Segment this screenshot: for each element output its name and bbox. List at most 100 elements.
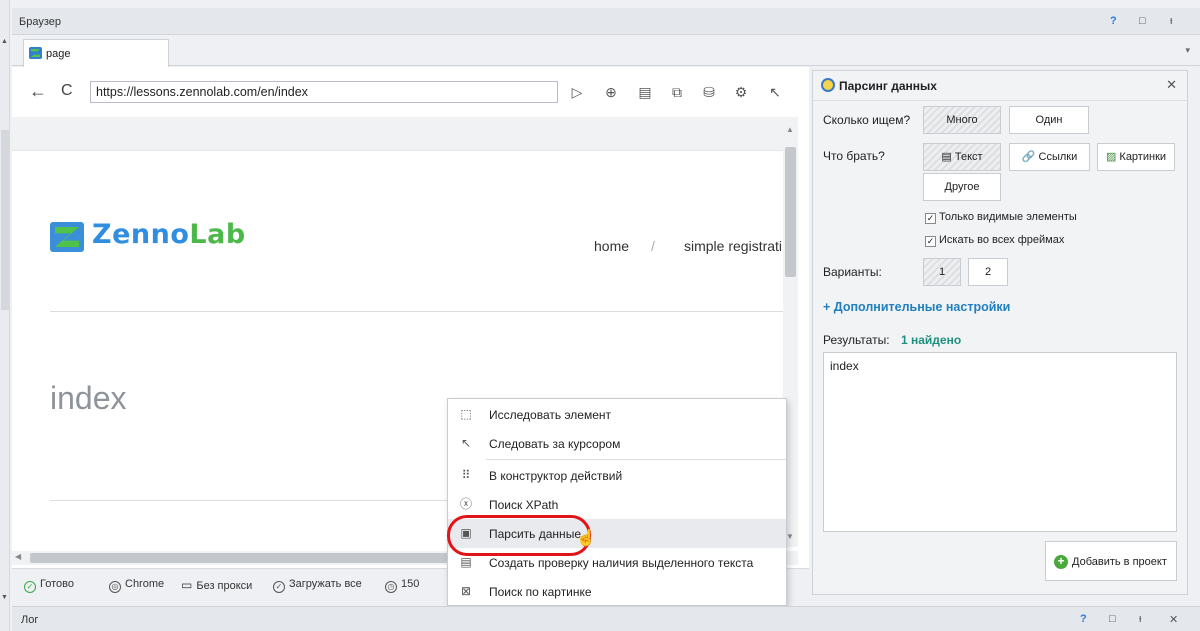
document-icon[interactable]: ▤ xyxy=(636,83,654,101)
link-icon: 🔗 xyxy=(1021,151,1039,163)
logo-wordmark: ZennoLab xyxy=(92,219,246,250)
url-input[interactable]: https://lessons.zennolab.com/en/index xyxy=(90,81,558,103)
play-icon[interactable]: ▷ xyxy=(568,83,586,101)
page-heading: index xyxy=(50,380,127,416)
xpath-icon: ⓧ xyxy=(459,497,472,511)
log-panel-bar: Лог ? □ ᵻ ✕ xyxy=(12,606,1200,631)
image-search-icon: ⊠ xyxy=(460,584,472,598)
log-title: Лог xyxy=(21,614,39,626)
pin-button[interactable]: ᵻ xyxy=(1170,15,1172,27)
tab-strip: page ▾ xyxy=(12,36,1200,67)
status-timeout[interactable]: ◷ 150 xyxy=(385,578,419,593)
check-circle-icon: ✓ xyxy=(273,581,285,593)
menu-item-parse-data[interactable]: ▣ Парсить данные xyxy=(448,519,786,548)
status-proxy[interactable]: ▭ Без прокси xyxy=(181,578,252,592)
other-button[interactable]: Другое xyxy=(923,173,1001,201)
menu-item-check-text[interactable]: ▤ Создать проверку наличия выделенного т… xyxy=(448,548,786,577)
variants-label: Варианты: xyxy=(823,265,882,279)
tab-menu-chevron-icon[interactable]: ▾ xyxy=(1185,45,1190,56)
follow-cursor-icon: ↖ xyxy=(460,436,472,450)
reload-icon[interactable]: C xyxy=(61,82,73,100)
settings-icon[interactable]: ⚙ xyxy=(732,83,750,101)
plus-icon: + xyxy=(1054,555,1068,569)
results-count: 1 найдено xyxy=(901,333,962,347)
tab-label: page xyxy=(46,48,71,60)
result-item: index xyxy=(830,359,859,373)
magnifier-icon xyxy=(821,78,835,92)
variant-2-button[interactable]: 2 xyxy=(968,258,1008,286)
chrome-icon: ◎ xyxy=(109,581,121,593)
parsing-panel: Парсинг данных ✕ Сколько ищем? Много Оди… xyxy=(812,70,1188,595)
only-visible-checkbox[interactable]: ✓ Только видимые элементы xyxy=(925,211,1077,224)
checkmark-icon: ✓ xyxy=(925,213,936,224)
back-arrow-icon[interactable]: ← xyxy=(29,82,47,100)
mouse-pointer-icon: ☝ xyxy=(576,530,596,547)
menu-item-action-builder[interactable]: ⠿ В конструктор действий xyxy=(448,461,786,490)
nav-separator: / xyxy=(651,238,655,254)
pin-button[interactable]: ᵻ xyxy=(1139,613,1141,625)
context-menu: ⬚ Исследовать элемент ↖ Следовать за кур… xyxy=(447,398,787,606)
add-to-project-button[interactable]: + Добавить в проект xyxy=(1045,541,1177,581)
cursor-icon[interactable]: ↖ xyxy=(766,83,784,101)
inspect-icon: ⬚ xyxy=(460,407,472,421)
links-button[interactable]: 🔗 Ссылки xyxy=(1009,143,1090,171)
monitor-icon: ▭ xyxy=(181,578,193,592)
page-top-bar xyxy=(12,117,783,151)
parse-icon: ▣ xyxy=(460,526,472,540)
help-button[interactable]: ? xyxy=(1110,15,1117,27)
database-icon[interactable]: ⛁ xyxy=(700,83,718,101)
puzzle-icon[interactable]: ⧉ xyxy=(668,83,686,101)
more-settings-link[interactable]: + Дополнительные настройки xyxy=(823,300,1010,314)
restore-button[interactable]: □ xyxy=(1109,613,1116,625)
clock-icon: ◷ xyxy=(385,581,397,593)
scroll-left-icon[interactable]: ◀ xyxy=(15,552,21,561)
text-icon: ▤ xyxy=(941,151,955,163)
menu-item-inspect[interactable]: ⬚ Исследовать элемент xyxy=(448,400,786,429)
panel-title: Парсинг данных xyxy=(839,79,937,93)
close-icon[interactable]: ✕ xyxy=(1166,77,1177,93)
zennolab-icon xyxy=(29,47,42,59)
status-browser[interactable]: ◎ Chrome xyxy=(109,578,164,593)
status-ready: ✓ Готово xyxy=(24,578,74,593)
left-scroll-thumb[interactable] xyxy=(1,130,9,310)
panel-header: Парсинг данных ✕ xyxy=(813,71,1187,101)
all-frames-checkbox[interactable]: ✓ Искать во всех фреймах xyxy=(925,234,1064,247)
variant-1-button[interactable]: 1 xyxy=(923,258,961,286)
nav-link-home[interactable]: home xyxy=(594,238,629,254)
many-button[interactable]: Много xyxy=(923,106,1001,134)
nav-link-simple-registration[interactable]: simple registrati xyxy=(684,238,782,254)
left-dock-strip: ▲ ▼ xyxy=(0,0,10,631)
one-button[interactable]: Один xyxy=(1009,106,1089,134)
help-button[interactable]: ? xyxy=(1080,613,1087,625)
scroll-up-icon[interactable]: ▲ xyxy=(786,125,794,134)
menu-separator xyxy=(486,459,786,460)
window-title: Браузер xyxy=(19,16,61,28)
check-circle-icon: ✓ xyxy=(24,581,36,593)
menu-item-image-search[interactable]: ⊠ Поиск по картинке xyxy=(448,577,786,606)
scroll-down-icon[interactable]: ▼ xyxy=(1,594,8,601)
grid-icon: ⠿ xyxy=(461,468,471,482)
tab-page[interactable]: page xyxy=(23,39,169,67)
image-icon: ▨ xyxy=(1105,151,1120,163)
browser-title-bar: Браузер ? □ ᵻ xyxy=(12,8,1200,35)
menu-item-xpath[interactable]: ⓧ Поиск XPath xyxy=(448,490,786,519)
images-button[interactable]: ▨ Картинки xyxy=(1097,143,1175,171)
results-output[interactable]: index xyxy=(823,352,1177,532)
what-label: Что брать? xyxy=(823,149,885,163)
check-text-icon: ▤ xyxy=(460,555,472,569)
add-circle-icon[interactable]: ⊕ xyxy=(602,83,620,101)
horizontal-scroll-thumb[interactable] xyxy=(30,553,460,563)
vertical-scroll-thumb[interactable] xyxy=(785,147,796,277)
zennolab-logo-icon xyxy=(50,222,84,252)
restore-button[interactable]: □ xyxy=(1139,15,1146,27)
status-load[interactable]: ✓ Загружать все xyxy=(273,578,362,593)
scroll-down-icon[interactable]: ▼ xyxy=(786,532,794,541)
text-button[interactable]: ▤ Текст xyxy=(923,143,1001,171)
navigation-bar: ← C https://lessons.zennolab.com/en/inde… xyxy=(12,67,809,117)
how-many-label: Сколько ищем? xyxy=(823,113,911,127)
menu-item-follow-cursor[interactable]: ↖ Следовать за курсором xyxy=(448,429,786,458)
close-icon[interactable]: ✕ xyxy=(1169,613,1178,626)
results-label: Результаты: xyxy=(823,333,890,347)
checkmark-icon: ✓ xyxy=(925,236,936,247)
scroll-up-icon[interactable]: ▲ xyxy=(1,38,8,45)
